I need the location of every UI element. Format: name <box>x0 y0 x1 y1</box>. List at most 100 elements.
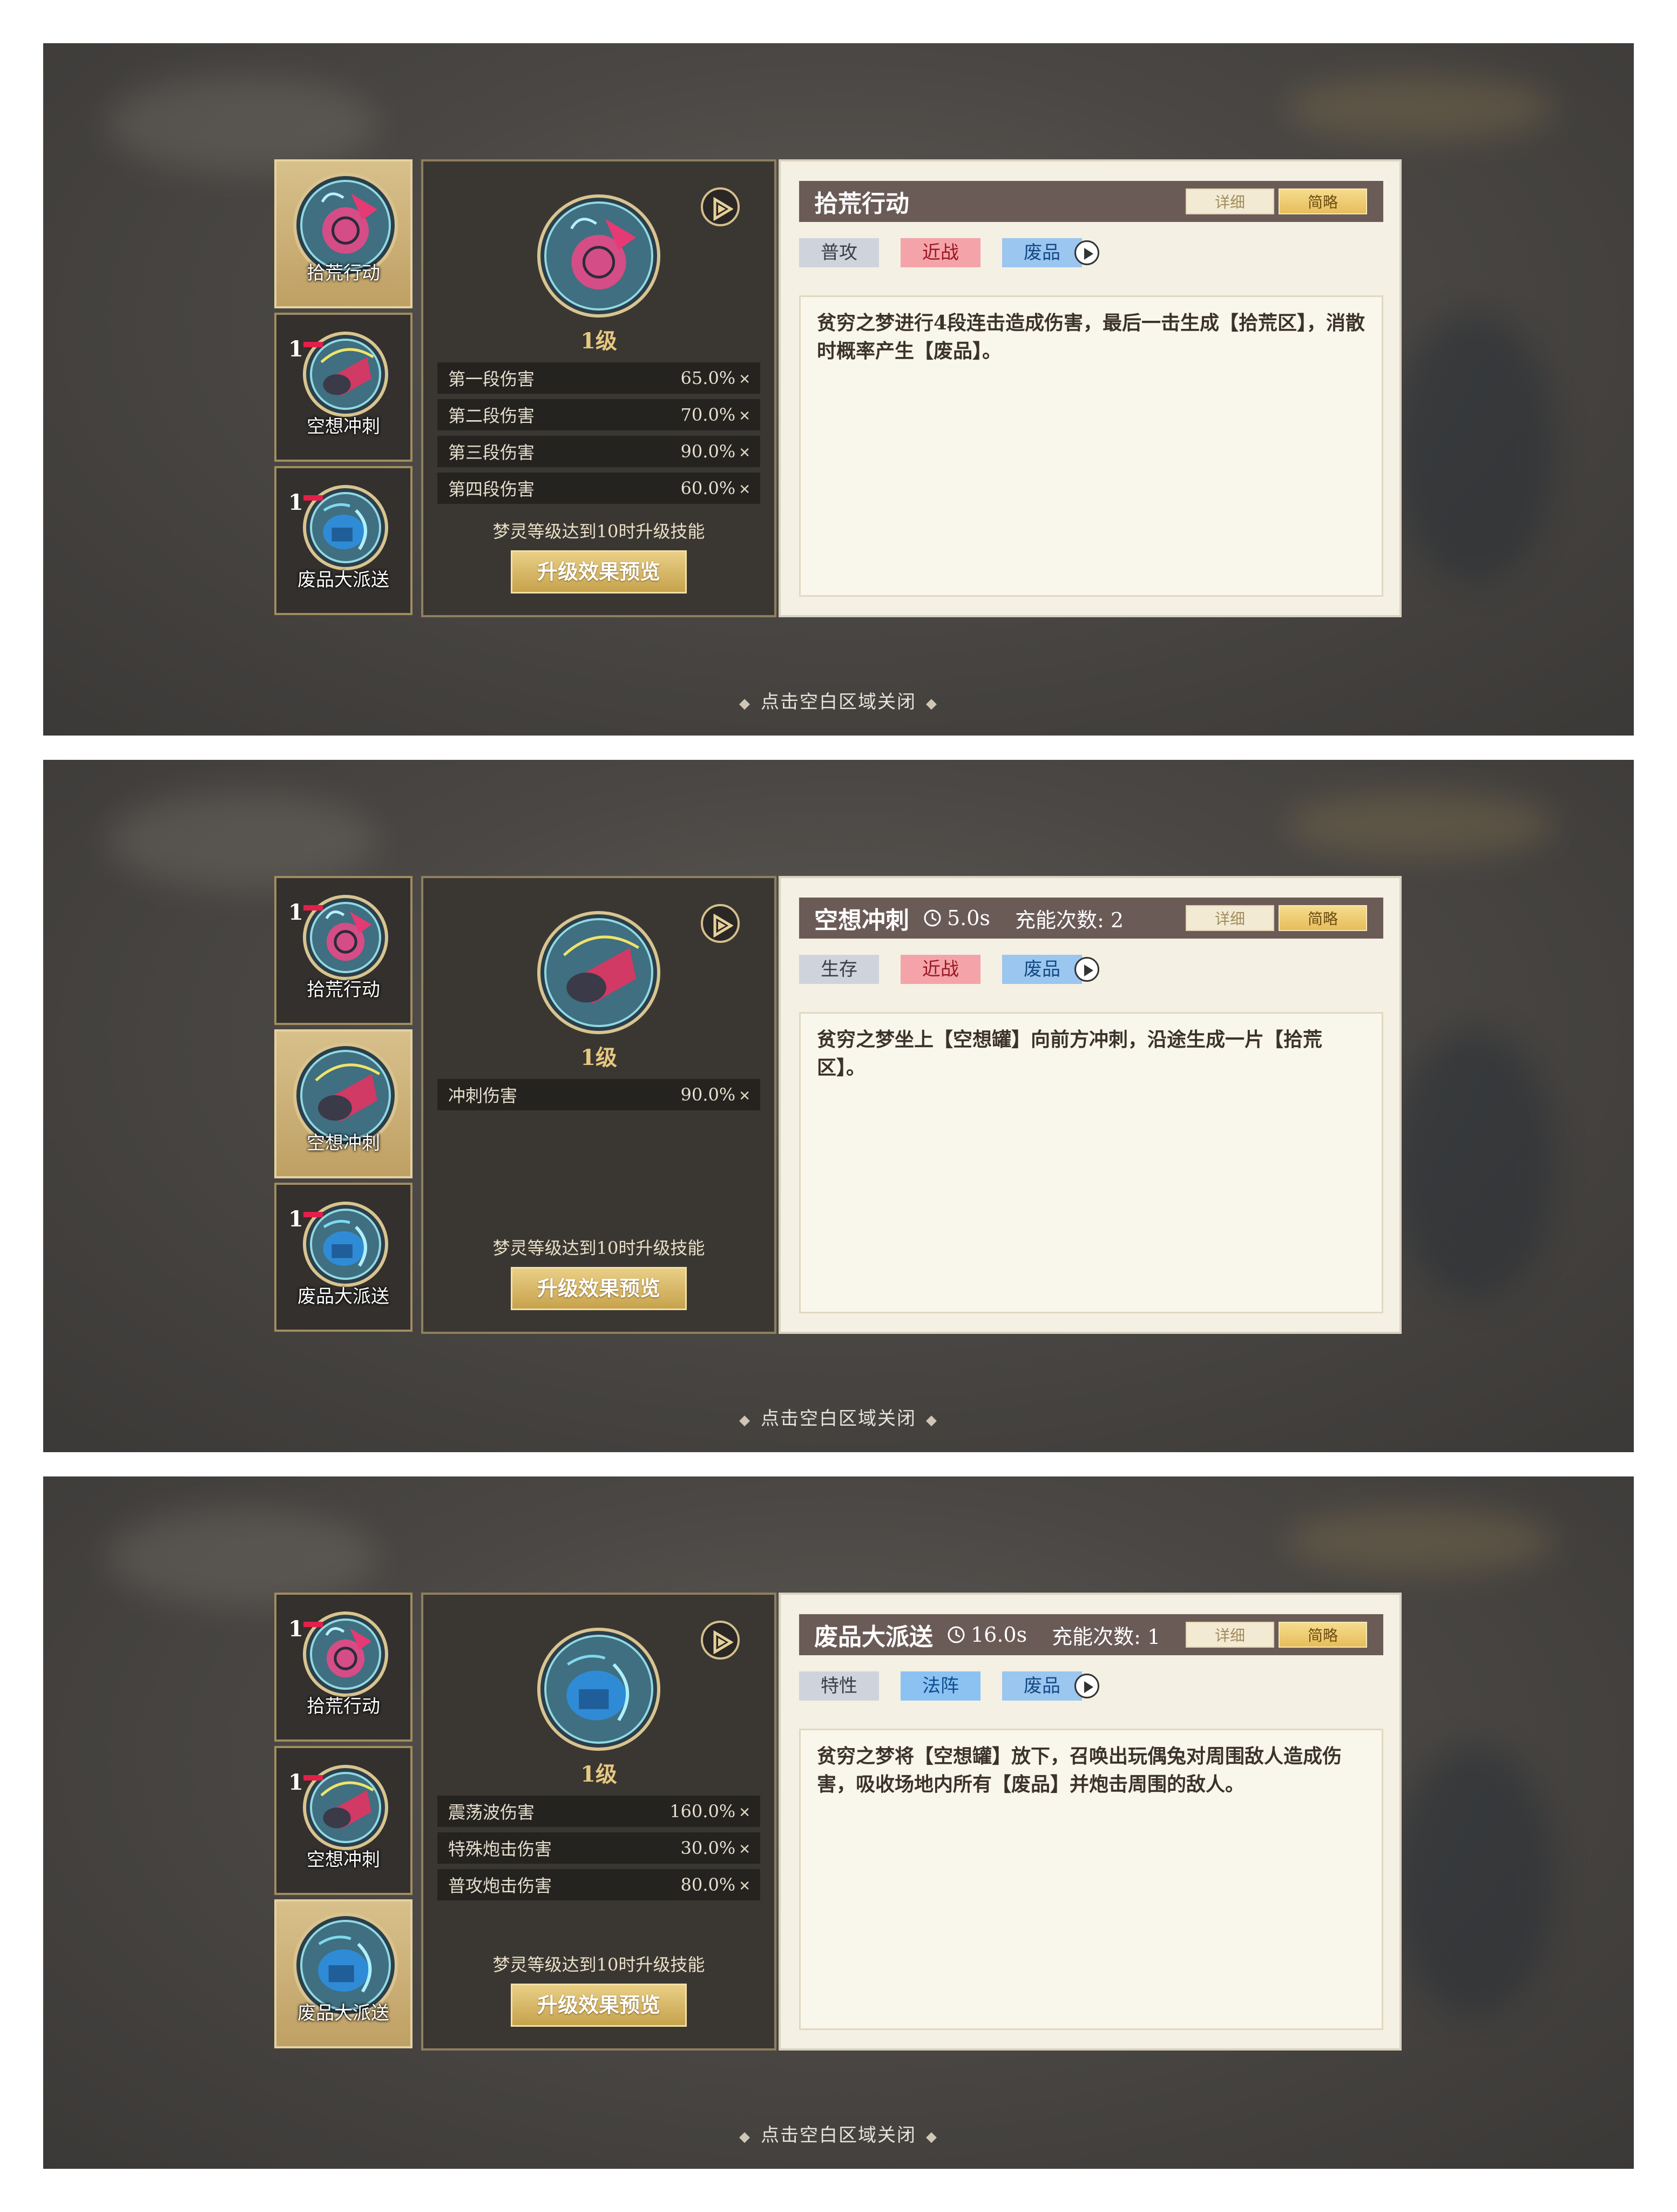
skill-tab[interactable]: 废品大派送 <box>274 1899 413 2048</box>
play-video-button[interactable] <box>701 1621 740 1660</box>
skill-title: 拾荒行动 <box>814 190 909 218</box>
diamond-icon: ◆ <box>739 1412 751 1428</box>
stat-value: 90.0% <box>680 441 736 462</box>
brief-mode-button[interactable]: 简略 <box>1279 905 1367 931</box>
play-icon <box>1084 965 1093 976</box>
brief-mode-button[interactable]: 简略 <box>1279 1622 1367 1648</box>
brief-mode-button[interactable]: 简略 <box>1279 188 1367 214</box>
level-indicator <box>303 1775 323 1781</box>
skill-tab[interactable]: 1 空想冲刺 <box>274 1746 413 1895</box>
stat-row: 冲刺伤害 90.0% ✕ <box>437 1079 760 1110</box>
background-blur <box>108 76 378 173</box>
level-indicator <box>303 905 323 911</box>
upgrade-preview-button[interactable]: 升级效果预览 <box>511 1267 687 1310</box>
multiplier-icon: ✕ <box>739 445 750 461</box>
level-indicator <box>303 1212 323 1217</box>
skill-level: 1级 <box>580 1045 617 1070</box>
level-indicator <box>303 342 323 347</box>
stat-row: 特殊炮击伤害 30.0% ✕ <box>437 1832 760 1864</box>
play-icon <box>713 914 733 938</box>
junk-delivery-icon <box>537 1627 661 1751</box>
skill-tag: 废品 <box>1002 238 1082 267</box>
skill-description: 贫穷之梦坐上【空想罐】向前方冲刺，沿途生成一片【拾荒区】。 <box>799 1012 1383 1313</box>
skill-tag: 普攻 <box>799 238 879 267</box>
detail-mode-button[interactable]: 详细 <box>1186 1622 1274 1648</box>
skill-title: 空想冲刺 <box>814 907 909 934</box>
background-blur <box>108 1509 378 1606</box>
skill-tab[interactable]: 1 空想冲刺 <box>274 313 413 462</box>
skill-overview: 1级 第一段伤害 65.0% ✕ 第二段伤害 70.0% ✕ 第三段伤害 90.0%… <box>421 159 776 617</box>
stat-name: 震荡波伤害 <box>448 1802 535 1823</box>
cooldown-value: 5.0s <box>947 906 990 930</box>
skill-tab-label: 拾荒行动 <box>307 979 380 1001</box>
upgrade-preview-button[interactable]: 升级效果预览 <box>511 550 687 594</box>
skill-panel-screen: 1 拾荒行动 1 空想冲刺 废品大派送 1级 震荡波伤害 160.0% ✕ 特殊… <box>43 1476 1634 2169</box>
clock-icon <box>948 1626 965 1643</box>
upgrade-note: 梦灵等级达到10时升级技能 <box>492 1954 705 1975</box>
skill-tab-level: 1 <box>288 490 303 515</box>
skill-tab-list: 1 拾荒行动 1 空想冲刺 废品大派送 <box>274 1593 413 2051</box>
skill-tab[interactable]: 1 废品大派送 <box>274 466 413 615</box>
scavenge-icon <box>537 194 661 318</box>
stat-name: 第四段伤害 <box>448 479 535 500</box>
tag-info-button[interactable] <box>1074 240 1099 265</box>
skill-tab-label: 空想冲刺 <box>307 1132 380 1154</box>
skill-title: 废品大派送 <box>814 1623 933 1651</box>
skill-tab-list: 拾荒行动 1 空想冲刺 1 废品大派送 <box>274 159 413 617</box>
skill-description-panel: 拾荒行动 详细 简略 普攻 近战 废品 贫穷之梦进行4段连击造成伤害，最后一击生成【… <box>779 159 1402 617</box>
skill-tab[interactable]: 拾荒行动 <box>274 159 413 308</box>
stat-value: 90.0% <box>680 1084 736 1105</box>
close-hint[interactable]: ◆ 点击空白区域关闭 ◆ <box>43 2120 1634 2147</box>
skill-description: 贫穷之梦将【空想罐】放下，召唤出玩偶兔对周围敌人造成伤害，吸收场地内所有【废品】… <box>799 1729 1383 2030</box>
close-hint[interactable]: ◆ 点击空白区域关闭 ◆ <box>43 1404 1634 1430</box>
skill-panel-screen: 拾荒行动 1 空想冲刺 1 废品大派送 1级 第一段伤害 65.0% ✕ 第二段… <box>43 43 1634 736</box>
detail-mode-button[interactable]: 详细 <box>1186 188 1274 214</box>
stat-name: 第三段伤害 <box>448 442 535 463</box>
play-icon <box>713 197 733 221</box>
stat-row: 第一段伤害 65.0% ✕ <box>437 362 760 394</box>
skill-tab[interactable]: 1 废品大派送 <box>274 1183 413 1332</box>
skill-tab-label: 空想冲刺 <box>307 416 380 437</box>
level-indicator <box>303 495 323 501</box>
skill-title-bar: 废品大派送 16.0s 充能次数: 1 详细 简略 <box>799 1614 1383 1655</box>
play-icon <box>1084 248 1093 260</box>
skill-title-bar: 空想冲刺 5.0s 充能次数: 2 详细 简略 <box>799 898 1383 939</box>
detail-mode-button[interactable]: 详细 <box>1186 905 1274 931</box>
play-video-button[interactable] <box>701 187 740 226</box>
stat-name: 特殊炮击伤害 <box>448 1839 552 1859</box>
play-video-button[interactable] <box>701 904 740 943</box>
cooldown: 5.0s <box>923 906 990 930</box>
background-blur <box>1393 1030 1555 1300</box>
tag-info-button[interactable] <box>1074 1674 1099 1698</box>
stat-row: 第四段伤害 60.0% ✕ <box>437 473 760 504</box>
upgrade-note: 梦灵等级达到10时升级技能 <box>492 1238 705 1258</box>
skill-tab-level: 1 <box>288 336 303 362</box>
background-blur <box>1285 792 1555 857</box>
skill-tag: 生存 <box>799 955 879 984</box>
tag-info-button[interactable] <box>1074 957 1099 982</box>
skill-tab[interactable]: 1 拾荒行动 <box>274 876 413 1025</box>
stat-value: 60.0% <box>680 478 736 498</box>
skill-tag: 近战 <box>901 238 980 267</box>
skill-tab[interactable]: 1 拾荒行动 <box>274 1593 413 1742</box>
play-icon <box>1084 1681 1093 1693</box>
level-indicator <box>303 1622 323 1627</box>
close-hint[interactable]: ◆ 点击空白区域关闭 ◆ <box>43 687 1634 713</box>
stat-value: 30.0% <box>680 1838 736 1858</box>
diamond-icon: ◆ <box>926 696 938 712</box>
skill-description: 贫穷之梦进行4段连击造成伤害，最后一击生成【拾荒区】，消散时概率产生【废品】。 <box>799 295 1383 597</box>
close-hint-text: 点击空白区域关闭 <box>761 691 916 713</box>
diamond-icon: ◆ <box>926 2129 938 2145</box>
clock-icon <box>924 909 941 927</box>
detail-mode-toggle: 详细 简略 <box>1181 1622 1367 1648</box>
stat-name: 第二段伤害 <box>448 406 535 426</box>
upgrade-preview-button[interactable]: 升级效果预览 <box>511 1984 687 2027</box>
background-blur <box>1393 313 1555 583</box>
skill-tab-label: 拾荒行动 <box>307 262 380 284</box>
stat-row: 第三段伤害 90.0% ✕ <box>437 436 760 467</box>
stat-value: 70.0% <box>680 404 736 425</box>
skill-tab[interactable]: 空想冲刺 <box>274 1029 413 1178</box>
multiplier-icon: ✕ <box>739 482 750 498</box>
skill-tag: 法阵 <box>901 1671 980 1701</box>
skill-description-panel: 空想冲刺 5.0s 充能次数: 2 详细 简略 生存 近战 废品 贫穷之梦坐上【空想罐… <box>779 876 1402 1334</box>
